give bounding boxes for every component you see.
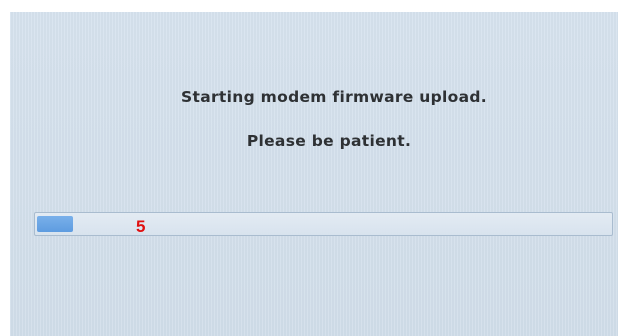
upload-progress-bar [34, 212, 613, 236]
patience-message: Please be patient. [246, 132, 412, 150]
screenshot-frame: Starting modem firmware upload. Please b… [0, 0, 620, 336]
step-number-annotation: 5 [136, 217, 146, 236]
upload-progress-fill [37, 216, 73, 232]
firmware-upload-screen: Starting modem firmware upload. Please b… [10, 12, 618, 336]
status-message: Starting modem firmware upload. [181, 88, 487, 106]
